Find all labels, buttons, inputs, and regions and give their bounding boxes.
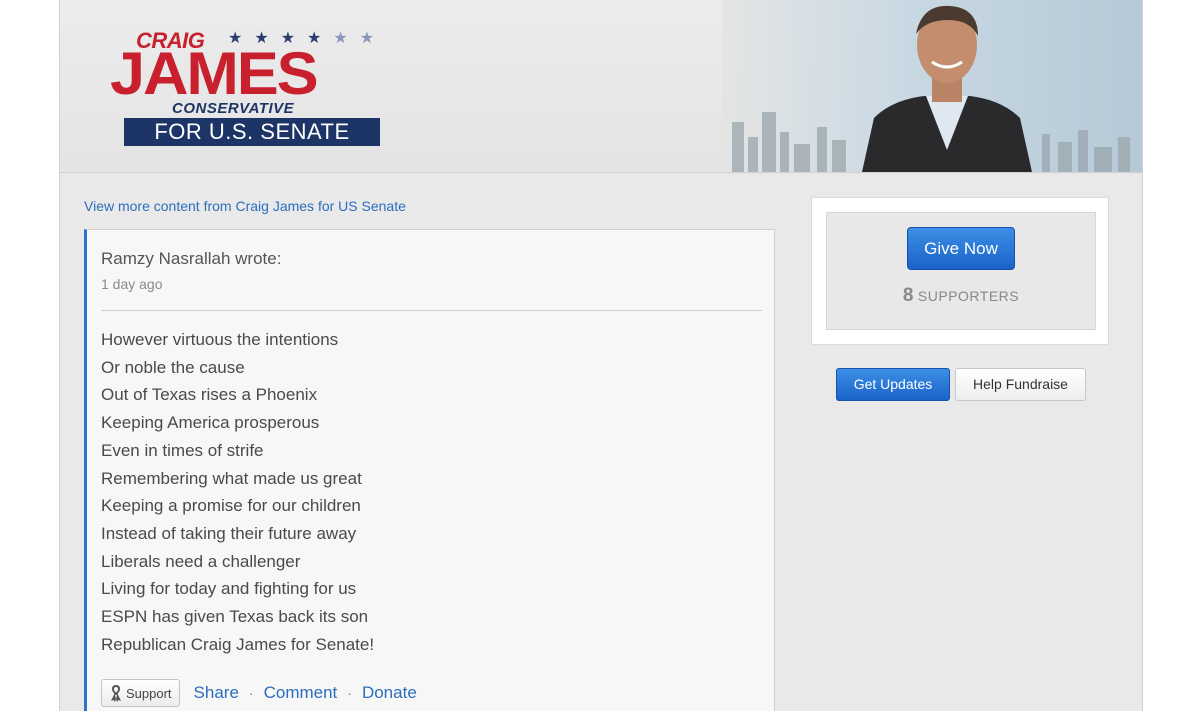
- logo-tagline: CONSERVATIVE: [172, 100, 295, 117]
- campaign-banner: CRAIG ★★★★★★ JAMES CONSERVATIVE FOR U.S.…: [60, 0, 1142, 173]
- post-line: ESPN has given Texas back its son: [101, 607, 369, 627]
- give-now-button[interactable]: Give Now: [907, 227, 1015, 270]
- logo-last-name: JAMES: [110, 40, 319, 107]
- page-container: CRAIG ★★★★★★ JAMES CONSERVATIVE FOR U.S.…: [59, 0, 1143, 711]
- candidate-portrait-image: [862, 5, 1032, 172]
- post-line: Remembering what made us great: [101, 468, 362, 488]
- ribbon-icon: [111, 685, 121, 702]
- post-line: Or noble the cause: [101, 357, 245, 377]
- post-line: Keeping a promise for our children: [101, 496, 361, 516]
- post-line: Instead of taking their future away: [101, 523, 357, 543]
- post-body: However virtuous the intentions Or noble…: [101, 326, 374, 658]
- post-line: Liberals need a challenger: [101, 551, 301, 571]
- post-line: Keeping America prosperous: [101, 413, 320, 433]
- post-line: Out of Texas rises a Phoenix: [101, 385, 318, 405]
- supporter-number: 8: [902, 285, 914, 306]
- support-label: Support: [126, 685, 172, 701]
- post-line: Living for today and fighting for us: [101, 579, 357, 599]
- donation-panel: Give Now 8 SUPPORTERS: [811, 197, 1109, 345]
- view-more-content-link[interactable]: View more content from Craig James for U…: [84, 198, 406, 214]
- supporter-label: SUPPORTERS: [917, 288, 1020, 304]
- action-separator: ·: [347, 685, 352, 701]
- post-card: Ramzy Nasrallah wrote: 1 day ago However…: [84, 229, 775, 711]
- comment-link[interactable]: Comment: [264, 683, 338, 703]
- campaign-logo[interactable]: CRAIG ★★★★★★ JAMES CONSERVATIVE FOR U.S.…: [110, 26, 400, 148]
- get-updates-button[interactable]: Get Updates: [836, 368, 950, 401]
- share-link[interactable]: Share: [194, 683, 239, 703]
- supporter-count: 8 SUPPORTERS: [827, 285, 1095, 307]
- donation-panel-inner: Give Now 8 SUPPORTERS: [826, 212, 1096, 330]
- post-line: Republican Craig James for Senate!: [101, 634, 375, 654]
- post-actions: Support Share · Comment · Donate: [101, 678, 417, 708]
- candidate-photo: [722, 0, 1142, 172]
- action-separator: ·: [248, 685, 254, 701]
- post-line: Even in times of strife: [101, 440, 264, 460]
- post-author: Ramzy Nasrallah wrote:: [101, 249, 282, 268]
- donate-link[interactable]: Donate: [362, 683, 417, 703]
- post-line: However virtuous the intentions: [101, 330, 339, 349]
- logo-office: FOR U.S. SENATE: [124, 118, 380, 146]
- post-timestamp: 1 day ago: [101, 276, 163, 292]
- support-button[interactable]: Support: [101, 679, 180, 707]
- help-fundraise-button[interactable]: Help Fundraise: [955, 368, 1086, 401]
- post-divider: [101, 310, 762, 311]
